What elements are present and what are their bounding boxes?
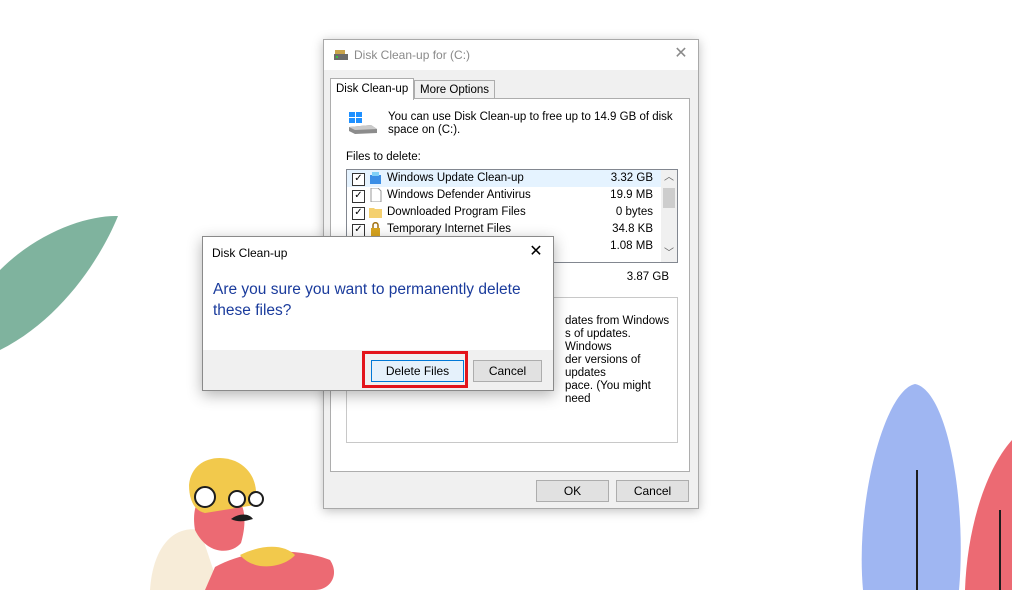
window-title: Disk Clean-up for (C:) bbox=[354, 48, 471, 62]
checkbox[interactable]: ✓ bbox=[352, 190, 365, 203]
file-size: 19.9 MB bbox=[610, 189, 653, 201]
green-leaf-illustration bbox=[0, 215, 118, 350]
close-icon[interactable]: ✕ bbox=[672, 44, 690, 64]
lock-icon bbox=[371, 222, 380, 236]
file-size: 1.08 MB bbox=[610, 240, 653, 252]
window-titlebar: Disk Clean-up for (C:) ✕ bbox=[324, 40, 698, 70]
chevron-down-icon[interactable]: ﹀ bbox=[661, 246, 677, 262]
total-space-gained: 3.87 GB bbox=[626, 271, 669, 283]
files-to-delete-label: Files to delete: bbox=[346, 151, 421, 163]
file-size: 34.8 KB bbox=[612, 223, 653, 235]
scroll-thumb[interactable] bbox=[663, 188, 675, 208]
delete-files-highlight bbox=[362, 351, 468, 388]
document-icon bbox=[370, 188, 382, 202]
list-scrollbar[interactable]: ︿ ﹀ bbox=[661, 170, 677, 262]
disk-cleanup-icon bbox=[334, 50, 348, 60]
file-name: Downloaded Program Files bbox=[387, 206, 526, 218]
folder-icon bbox=[369, 208, 382, 218]
ok-button[interactable]: OK bbox=[536, 480, 609, 502]
intro-text: You can use Disk Clean-up to free up to … bbox=[388, 111, 673, 136]
list-item[interactable]: ✓ Windows Defender Antivirus 19.9 MB bbox=[347, 187, 661, 204]
checkbox[interactable]: ✓ bbox=[352, 173, 365, 186]
scooter-rider-illustration bbox=[150, 458, 335, 590]
file-size: 3.32 GB bbox=[610, 172, 653, 184]
close-icon[interactable]: ✕ bbox=[527, 242, 545, 262]
plant-illustration bbox=[861, 384, 1012, 590]
list-item[interactable]: ✓ Windows Update Clean-up 3.32 GB bbox=[347, 170, 661, 187]
confirm-question: Are you sure you want to permanently del… bbox=[213, 281, 521, 319]
checkbox[interactable]: ✓ bbox=[352, 207, 365, 220]
description-text: dates from Windows s of updates. Windows… bbox=[565, 315, 670, 405]
chevron-up-icon[interactable]: ︿ bbox=[661, 170, 677, 186]
file-name: Windows Defender Antivirus bbox=[387, 189, 531, 201]
drive-icon bbox=[349, 112, 377, 134]
tab-disk-cleanup[interactable]: Disk Clean-up bbox=[330, 78, 415, 100]
dialog-cancel-button[interactable]: Cancel bbox=[473, 360, 542, 382]
file-size: 0 bytes bbox=[615, 206, 653, 218]
tab-more-options[interactable]: More Options bbox=[414, 80, 496, 99]
list-item[interactable]: ✓ Downloaded Program Files 0 bytes bbox=[347, 204, 661, 221]
file-name: Windows Update Clean-up bbox=[387, 172, 524, 184]
windows-update-icon bbox=[370, 172, 381, 184]
cancel-button[interactable]: Cancel bbox=[616, 480, 689, 502]
dialog-title: Disk Clean-up bbox=[212, 246, 288, 260]
